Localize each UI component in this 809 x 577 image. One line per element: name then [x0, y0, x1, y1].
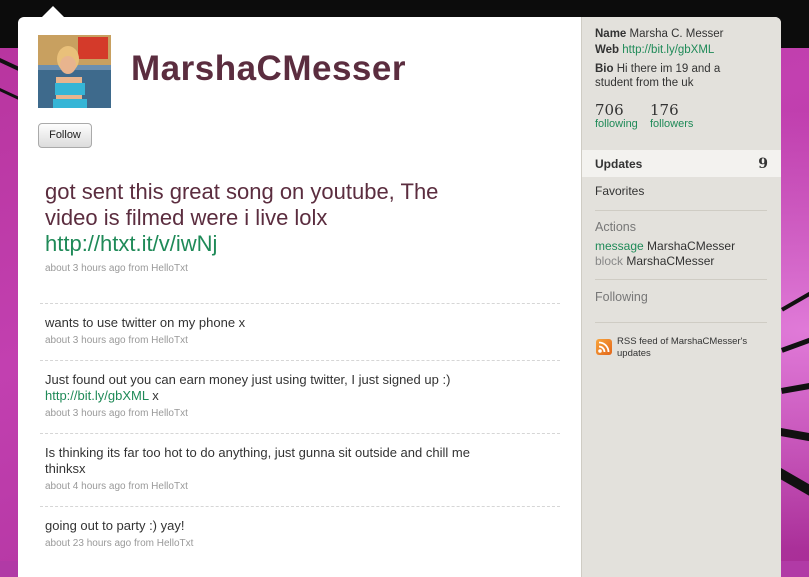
bio-label: Bio: [595, 63, 614, 75]
name-label: Name: [595, 28, 627, 40]
following-heading: Following: [595, 290, 648, 304]
header-notch: [42, 6, 64, 17]
status-text: wants to use twitter on my phone x: [45, 315, 246, 330]
updates-count: 9: [758, 156, 768, 172]
status-meta[interactable]: about 23 hours ago from HelloTxt: [45, 538, 475, 550]
profile-bio-row: Bio Hi there im 19 and a student from th…: [595, 62, 745, 90]
actions-heading: Actions: [595, 220, 636, 234]
status-meta[interactable]: about 3 hours ago from HelloTxt: [45, 335, 475, 347]
bio-value: Hi there im 19 and a student from the uk: [595, 63, 721, 89]
sidebar: Name Marsha C. Messer Web http://bit.ly/…: [581, 17, 781, 577]
main-column: MarshaCMesser Follow got sent this great…: [18, 17, 581, 577]
divider: [40, 360, 560, 361]
favorites-link[interactable]: Favorites: [595, 184, 644, 198]
latest-status-text: got sent this great song on youtube, The…: [45, 179, 439, 230]
avatar[interactable]: [38, 35, 111, 108]
divider: [595, 210, 767, 211]
latest-status-link[interactable]: http://htxt.it/v/iwNj: [45, 231, 217, 256]
divider: [40, 506, 560, 507]
name-value: Marsha C. Messer: [629, 28, 724, 40]
status-meta[interactable]: about 4 hours ago from HelloTxt: [45, 481, 475, 493]
following-count: 706: [595, 101, 624, 119]
followers-stat[interactable]: 176 followers: [650, 103, 693, 131]
web-label: Web: [595, 44, 620, 56]
status-text: Just found out you can earn money just u…: [45, 372, 451, 387]
list-item: Is thinking its far too hot to do anythi…: [45, 445, 475, 493]
list-item: wants to use twitter on my phone x about…: [45, 315, 475, 347]
block-link[interactable]: block: [595, 254, 623, 268]
following-stat[interactable]: 706 following: [595, 103, 638, 131]
updates-tab[interactable]: Updates 9: [582, 150, 781, 177]
divider: [595, 279, 767, 280]
profile-web-row: Web http://bit.ly/gbXML: [595, 43, 770, 57]
block-target: MarshaCMesser: [626, 254, 715, 268]
web-link[interactable]: http://bit.ly/gbXML: [622, 44, 714, 56]
profile-screen-name: MarshaCMesser: [131, 49, 406, 88]
following-label: following: [595, 118, 638, 130]
divider: [40, 433, 560, 434]
list-item: Just found out you can earn money just u…: [45, 372, 475, 420]
message-link[interactable]: message: [595, 239, 644, 253]
followers-label: followers: [650, 118, 694, 130]
follow-button[interactable]: Follow: [38, 123, 92, 148]
latest-status: got sent this great song on youtube, The…: [45, 179, 475, 275]
divider: [40, 303, 560, 304]
status-link[interactable]: http://bit.ly/gbXML: [45, 388, 149, 403]
status-text: going out to party :) yay!: [45, 518, 185, 533]
status-suffix: x: [152, 388, 159, 403]
list-item: going out to party :) yay! about 23 hour…: [45, 518, 475, 550]
followers-count: 176: [650, 101, 679, 119]
rss-feed-link[interactable]: RSS feed of MarshaCMesser's updates: [617, 336, 767, 360]
profile-name-row: Name Marsha C. Messer: [595, 27, 770, 41]
updates-label: Updates: [595, 157, 643, 171]
message-action[interactable]: message MarshaCMesser: [595, 239, 735, 253]
block-action[interactable]: block MarshaCMesser: [595, 254, 714, 268]
status-text: Is thinking its far too hot to do anythi…: [45, 445, 470, 476]
rss-icon[interactable]: [596, 339, 612, 355]
divider: [595, 322, 767, 323]
status-meta[interactable]: about 3 hours ago from HelloTxt: [45, 408, 475, 420]
latest-status-meta[interactable]: about 3 hours ago from HelloTxt: [45, 263, 475, 275]
message-target: MarshaCMesser: [647, 239, 736, 253]
profile-container: MarshaCMesser Follow got sent this great…: [18, 17, 781, 577]
